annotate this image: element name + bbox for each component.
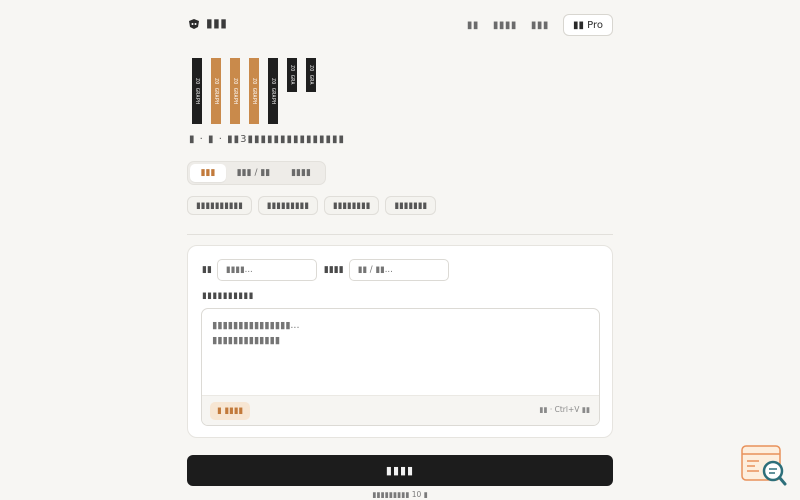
field2-input[interactable] xyxy=(348,259,449,281)
description-label: ▮▮▮▮▮▮▮▮▮▮ xyxy=(202,291,254,301)
preset-chip-2[interactable]: ▮▮▮▮▮▮▮▮▮ xyxy=(257,196,318,215)
preset-chip-3[interactable]: ▮▮▮▮▮▮▮▮ xyxy=(323,196,380,215)
textarea-footer: ▮ ▮▮▮▮ ▮▮ · Ctrl+V ▮▮ xyxy=(202,395,599,425)
stamp-3: ZO GRAPH xyxy=(230,58,240,124)
header: ▮▮▮ ▮▮ ▮▮▮▮ ▮▮▮ ▮▮ Pro xyxy=(187,14,613,38)
input-card: ▮▮ ▮▮▮▮ ▮▮▮▮▮▮▮▮▮▮ ▮ ▮▮▮▮ ▮▮ · Ctrl+V ▮▮ xyxy=(187,245,613,438)
brand[interactable]: ▮▮▮ xyxy=(187,16,227,30)
nav-link-2[interactable]: ▮▮▮▮ xyxy=(493,20,517,31)
stamp-2: ZO GRAPH xyxy=(211,58,221,124)
subtitle: ▮ · ▮ · ▮▮3▮▮▮▮▮▮▮▮▮▮▮▮▮▮▮ xyxy=(189,134,345,145)
submit-button[interactable]: ▮▮▮▮ xyxy=(187,455,613,486)
stamp-6: ZO GRA xyxy=(287,58,297,92)
nav-link-1[interactable]: ▮▮ xyxy=(467,20,479,31)
stamp-1: ZO GRAPH xyxy=(192,58,202,124)
preset-chip-4[interactable]: ▮▮▮▮▮▮▮ xyxy=(385,196,437,215)
brand-name: ▮▮▮ xyxy=(206,16,228,30)
nav-link-3[interactable]: ▮▮▮ xyxy=(531,20,549,31)
preset-chip-1[interactable]: ▮▮▮▮▮▮▮▮▮▮ xyxy=(187,196,252,215)
pro-button[interactable]: ▮▮ Pro xyxy=(562,14,613,36)
help-search-icon[interactable] xyxy=(741,444,789,488)
stamp-5: ZO GRAPH xyxy=(268,58,278,124)
footnote: ▮▮▮▮▮▮▮▮▮ 10 ▮ xyxy=(372,490,428,499)
section-divider xyxy=(187,234,613,235)
description-box: ▮ ▮▮▮▮ ▮▮ · Ctrl+V ▮▮ xyxy=(201,308,600,426)
title-stamps: ZO GRAPH ZO GRAPH ZO GRAPH ZO GRAPH ZO G… xyxy=(192,58,342,126)
top-nav: ▮▮ ▮▮▮▮ ▮▮▮ ▮▮ Pro xyxy=(467,14,613,36)
field1-label: ▮▮ xyxy=(202,265,212,275)
preset-chips: ▮▮▮▮▮▮▮▮▮▮ ▮▮▮▮▮▮▮▮▮ ▮▮▮▮▮▮▮▮ ▮▮▮▮▮▮▮ xyxy=(187,196,437,215)
tab-2[interactable]: ▮▮▮ / ▮▮ xyxy=(226,164,281,182)
description-textarea[interactable] xyxy=(212,318,582,394)
mode-tabs: ▮▮▮ ▮▮▮ / ▮▮ ▮▮▮▮ xyxy=(187,161,326,185)
stamp-4: ZO GRAPH xyxy=(249,58,259,124)
tab-3[interactable]: ▮▮▮▮ xyxy=(281,164,321,182)
field1-input[interactable] xyxy=(216,259,317,281)
stamp-7: ZO GRA xyxy=(306,58,316,92)
upload-image-button[interactable]: ▮ ▮▮▮▮ xyxy=(210,402,251,420)
page-container: ▮▮▮ ▮▮ ▮▮▮▮ ▮▮▮ ▮▮ Pro ZO GRAPH ZO GRAPH… xyxy=(187,0,613,500)
brand-logo-icon xyxy=(187,16,201,30)
paste-hint: ▮▮ · Ctrl+V ▮▮ xyxy=(539,405,590,414)
meta-row: ▮▮ ▮▮▮▮ xyxy=(202,259,449,281)
tab-1[interactable]: ▮▮▮ xyxy=(190,164,226,182)
field2-label: ▮▮▮▮ xyxy=(323,265,344,275)
